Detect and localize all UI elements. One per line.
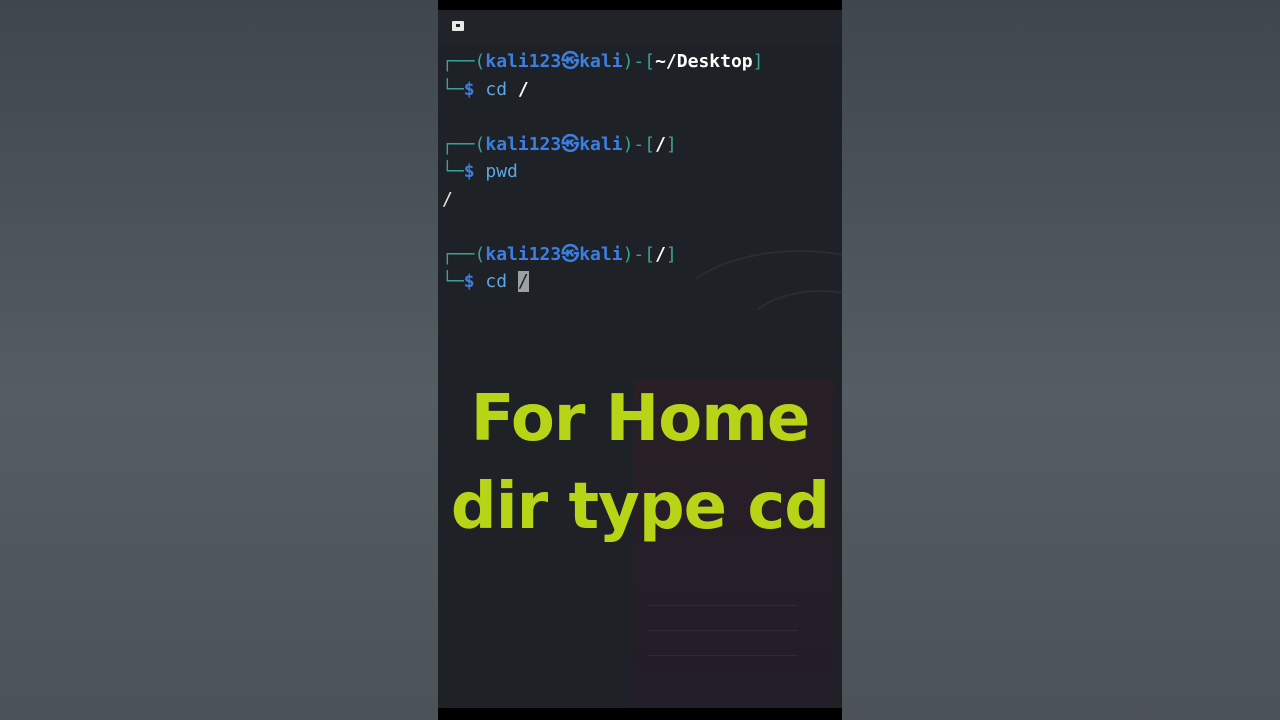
background-decoration	[648, 605, 798, 606]
caption-line-2: dir type cd	[450, 470, 830, 544]
command-input-line[interactable]: └─$ cd /	[442, 268, 838, 296]
command-output: /	[442, 188, 453, 210]
terminal-icon[interactable]	[452, 21, 464, 31]
background-right	[842, 0, 1280, 720]
prompt-header: ┌──(kali123㉿kali)-[/]	[442, 243, 677, 265]
background-decoration	[648, 630, 798, 631]
background-left	[0, 0, 438, 720]
tab-bar	[438, 10, 842, 45]
terminal-output[interactable]: ┌──(kali123㉿kali)-[~/Desktop] └─$ cd / ┌…	[442, 48, 838, 296]
caption-line-1: For Home	[470, 382, 811, 456]
bottom-bar	[438, 708, 842, 720]
command-line: └─$ pwd	[442, 161, 518, 182]
command-line: └─$ cd /	[442, 78, 529, 100]
prompt-header: ┌──(kali123㉿kali)-[/]	[442, 133, 677, 155]
top-bar	[438, 0, 842, 10]
background-decoration	[648, 655, 798, 656]
prompt-header: ┌──(kali123㉿kali)-[~/Desktop]	[442, 51, 764, 72]
terminal-window: ┌──(kali123㉿kali)-[~/Desktop] └─$ cd / ┌…	[438, 0, 842, 720]
text-cursor: /	[517, 271, 529, 292]
